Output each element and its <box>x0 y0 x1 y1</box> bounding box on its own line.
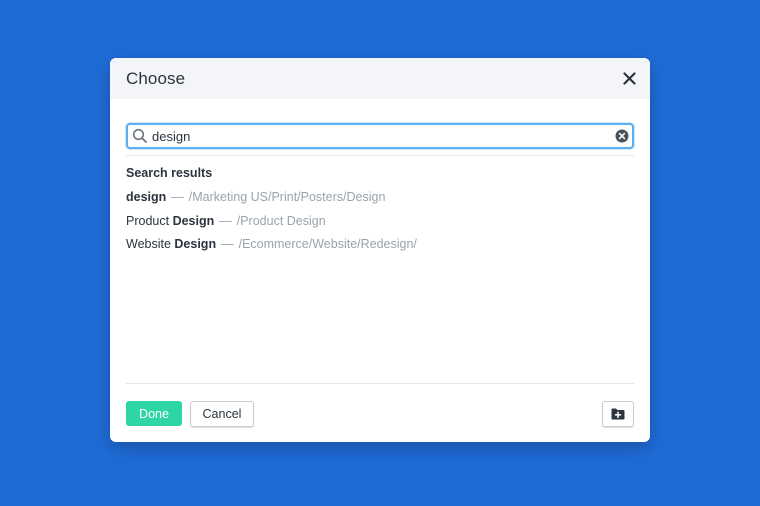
result-prefix: Product <box>126 213 173 228</box>
result-path: /Ecommerce/Website/Redesign/ <box>238 237 417 251</box>
done-button[interactable]: Done <box>126 401 182 426</box>
search-input[interactable] <box>152 126 592 146</box>
dialog-body: Search results design — /Marketing US/Prin… <box>110 99 650 257</box>
dialog-footer: Done Cancel <box>126 401 634 427</box>
result-separator: — <box>219 213 232 228</box>
dialog-header: Choose <box>110 58 650 99</box>
close-button[interactable] <box>618 68 640 90</box>
cancel-button[interactable]: Cancel <box>190 401 254 427</box>
result-match: Design <box>172 213 215 228</box>
divider <box>126 155 634 156</box>
clear-icon <box>615 129 629 143</box>
results-list: design — /Marketing US/Print/Posters/Desig… <box>126 186 634 257</box>
result-item[interactable]: Website Design — /Ecommerce/Website/Redesi… <box>126 233 634 257</box>
result-separator: — <box>221 237 234 251</box>
result-item[interactable]: design — /Marketing US/Print/Posters/Desig… <box>126 186 634 210</box>
results-heading: Search results <box>126 166 213 180</box>
clear-search-button[interactable] <box>615 129 629 143</box>
search-icon <box>132 128 147 143</box>
result-match: design <box>126 190 167 204</box>
result-path: /Marketing US/Print/Posters/Design <box>188 190 386 204</box>
choose-dialog: Choose Search results design—/Market <box>110 58 650 442</box>
new-folder-button[interactable] <box>602 401 634 427</box>
result-path: /Product Design <box>236 213 326 228</box>
folder-plus-icon <box>611 408 625 420</box>
footer-divider <box>126 383 634 384</box>
result-match: Design <box>174 237 217 251</box>
result-item[interactable]: Product Design — /Product Design <box>126 210 634 234</box>
result-separator: — <box>171 190 184 204</box>
result-prefix: Website <box>126 237 175 251</box>
dialog-title: Choose <box>126 68 186 88</box>
close-icon <box>622 72 636 85</box>
search-box <box>126 123 634 149</box>
